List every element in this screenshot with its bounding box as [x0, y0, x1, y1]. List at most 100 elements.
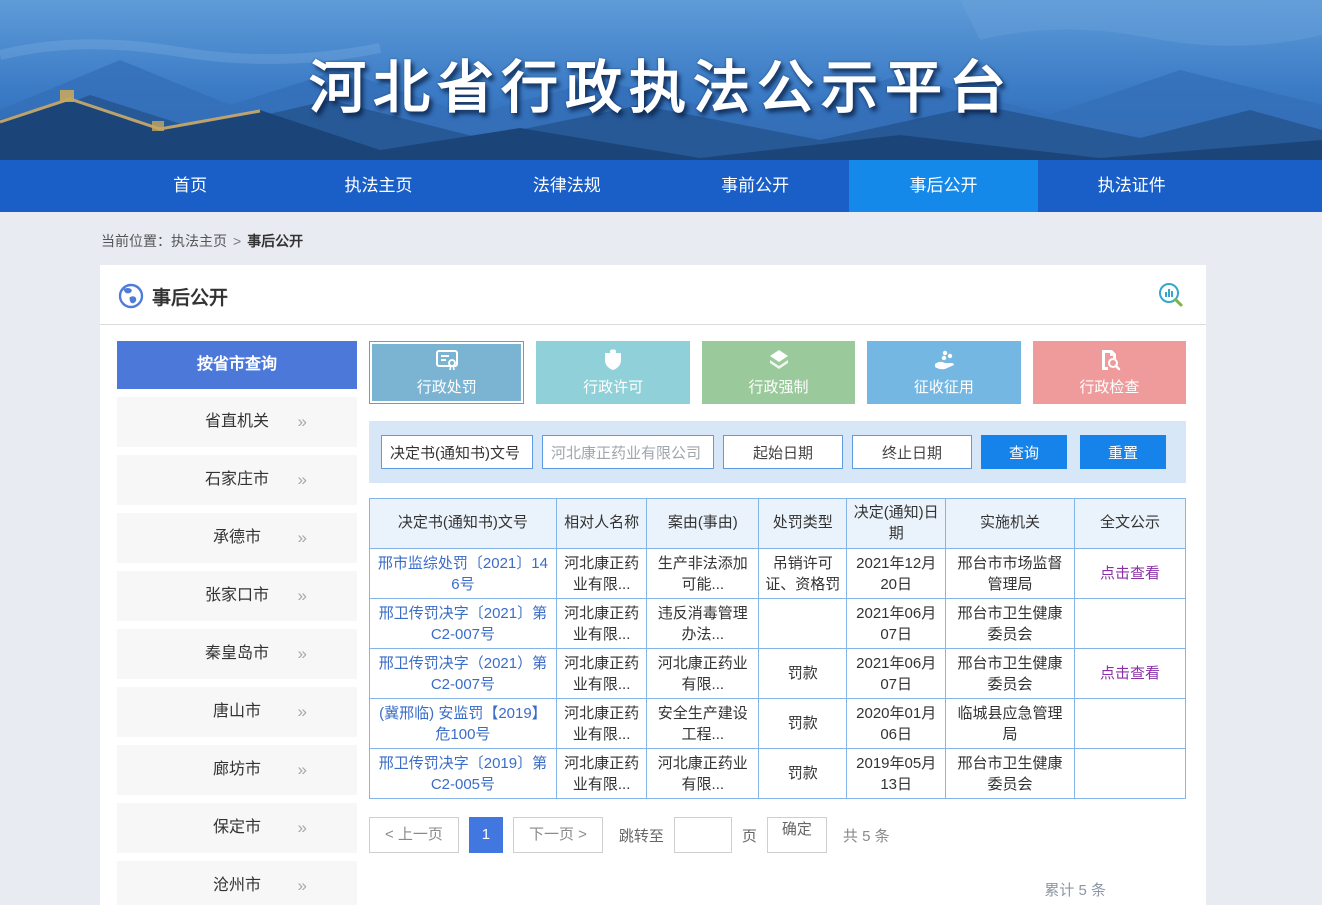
doc-number-link[interactable]: 邢市监综处罚〔2021〕146号 — [378, 555, 548, 593]
chevron-right-icon: » — [298, 803, 305, 853]
main-nav: 首页 执法主页 法律法规 事前公开 事后公开 执法证件 — [0, 160, 1322, 212]
breadcrumb-parent-link[interactable]: 执法主页 — [171, 233, 227, 249]
reset-button[interactable]: 重置 — [1080, 435, 1166, 469]
doc-magnifier-icon — [1097, 348, 1121, 372]
decision-date-cell: 2021年12月20日 — [847, 549, 946, 599]
certificate-icon — [434, 348, 460, 372]
nav-item-post-disclosure[interactable]: 事后公开 — [849, 160, 1037, 212]
globe-icon — [118, 283, 144, 309]
view-full-text-link[interactable]: 点击查看 — [1100, 565, 1160, 582]
current-page-indicator[interactable]: 1 — [469, 817, 503, 853]
party-name-input[interactable] — [542, 435, 714, 469]
sidebar-item-tangshan[interactable]: 唐山市» — [117, 687, 357, 737]
col-header-agency: 实施机关 — [946, 499, 1075, 549]
doc-number-link[interactable]: 邢卫传罚决字〔2019〕第C2-005号 — [379, 755, 547, 793]
sidebar-header: 按省市查询 — [117, 341, 357, 389]
chevron-right-icon: » — [298, 745, 305, 795]
agency-cell: 邢台市卫生健康委员会 — [946, 649, 1075, 699]
tab-administrative-inspection[interactable]: 行政检查 — [1033, 341, 1186, 404]
site-banner: 河北省行政执法公示平台 — [0, 0, 1322, 160]
chevron-right-icon: » — [298, 629, 305, 679]
party-cell: 河北康正药业有限... — [556, 649, 647, 699]
decision-date-cell: 2021年06月07日 — [847, 649, 946, 699]
cause-cell: 违反消毒管理办法... — [647, 599, 759, 649]
query-button[interactable]: 查询 — [981, 435, 1067, 469]
doc-number-link[interactable]: 邢卫传罚决字〔2021〕第C2-007号 — [379, 605, 547, 643]
panel-header: 事后公开 — [100, 265, 1206, 325]
agency-cell: 邢台市卫生健康委员会 — [946, 749, 1075, 799]
page-title: 事后公开 — [152, 283, 228, 310]
document-number-input[interactable] — [381, 435, 533, 469]
agency-cell: 临城县应急管理局 — [946, 699, 1075, 749]
col-header-cause: 案由(事由) — [647, 499, 759, 549]
confirm-jump-button[interactable]: 确定 — [767, 817, 827, 853]
breadcrumb-label: 当前位置： — [101, 233, 171, 249]
decision-date-cell: 2021年06月07日 — [847, 599, 946, 649]
nav-item-home[interactable]: 首页 — [96, 160, 284, 212]
main-column: 行政处罚 行政许可 行政强制 — [369, 341, 1186, 905]
next-page-button[interactable]: 下一页 > — [513, 817, 603, 853]
nav-item-enforcement-home[interactable]: 执法主页 — [284, 160, 472, 212]
doc-number-link[interactable]: (冀邢临) 安监罚【2019】危100号 — [379, 705, 547, 743]
panel-body: 按省市查询 省直机关» 石家庄市» 承德市» 张家口市» 秦皇岛市» 唐山市» … — [100, 325, 1206, 905]
pagination: < 上一页 1 下一页 > 跳转至 页 确定 共 5 条 — [369, 817, 1186, 853]
chevron-right-icon: » — [298, 571, 305, 621]
cause-cell: 安全生产建设工程... — [647, 699, 759, 749]
sidebar-item-shijiazhuang[interactable]: 石家庄市» — [117, 455, 357, 505]
category-tabs: 行政处罚 行政许可 行政强制 — [369, 341, 1186, 404]
content-panel: 事后公开 按省市查询 省直机关» 石家庄市» 承德市» 张家口市» 秦皇岛市» … — [100, 265, 1206, 905]
col-header-party: 相对人名称 — [556, 499, 647, 549]
penalty-type-cell — [759, 599, 847, 649]
party-cell: 河北康正药业有限... — [556, 599, 647, 649]
table-row: 邢卫传罚决字（2021）第C2-007号 河北康正药业有限... 河北康正药业有… — [370, 649, 1186, 699]
party-cell: 河北康正药业有限... — [556, 699, 647, 749]
chart-magnifier-icon[interactable] — [1156, 281, 1186, 311]
sidebar-item-langfang[interactable]: 廊坊市» — [117, 745, 357, 795]
nav-item-pre-disclosure[interactable]: 事前公开 — [661, 160, 849, 212]
sidebar-item-baoding[interactable]: 保定市» — [117, 803, 357, 853]
party-cell: 河北康正药业有限... — [556, 549, 647, 599]
nav-item-laws[interactable]: 法律法规 — [473, 160, 661, 212]
chevron-right-icon: » — [298, 513, 305, 563]
tab-administrative-permission[interactable]: 行政许可 — [536, 341, 689, 404]
penalty-type-cell: 罚款 — [759, 749, 847, 799]
breadcrumb-current: 事后公开 — [247, 233, 303, 249]
tab-expropriation[interactable]: 征收征用 — [867, 341, 1020, 404]
site-title: 河北省行政执法公示平台 — [0, 42, 1322, 124]
penalty-type-cell: 罚款 — [759, 649, 847, 699]
sidebar-item-qinhuangdao[interactable]: 秦皇岛市» — [117, 629, 357, 679]
breadcrumb: 当前位置：执法主页>事后公开 — [0, 212, 1322, 265]
page: 河北省行政执法公示平台 首页 执法主页 法律法规 事前公开 事后公开 执法证件 … — [0, 0, 1322, 905]
penalty-type-cell: 吊销许可证、资格罚 — [759, 549, 847, 599]
jump-page-input[interactable] — [674, 817, 732, 853]
badge-icon — [601, 348, 625, 372]
sidebar-item-chengde[interactable]: 承德市» — [117, 513, 357, 563]
doc-number-link[interactable]: 邢卫传罚决字（2021）第C2-007号 — [379, 655, 547, 693]
sidebar-item-provincial-organs[interactable]: 省直机关» — [117, 397, 357, 447]
table-row: 邢卫传罚决字〔2019〕第C2-005号 河北康正药业有限... 河北康正药业有… — [370, 749, 1186, 799]
table-header-row: 决定书(通知书)文号 相对人名称 案由(事由) 处罚类型 决定(通知)日期 实施… — [370, 499, 1186, 549]
col-header-doc-number: 决定书(通知书)文号 — [370, 499, 557, 549]
start-date-input[interactable] — [723, 435, 843, 469]
tab-administrative-coercion[interactable]: 行政强制 — [702, 341, 855, 404]
chevron-right-icon: » — [298, 455, 305, 505]
prev-page-button[interactable]: < 上一页 — [369, 817, 459, 853]
sidebar-item-cangzhou[interactable]: 沧州市» — [117, 861, 357, 905]
cause-cell: 河北康正药业有限... — [647, 749, 759, 799]
party-cell: 河北康正药业有限... — [556, 749, 647, 799]
table-row: (冀邢临) 安监罚【2019】危100号 河北康正药业有限... 安全生产建设工… — [370, 699, 1186, 749]
cumulative-total-label: 累计 5 条 — [369, 879, 1186, 900]
penalty-type-cell: 罚款 — [759, 699, 847, 749]
view-full-text-link[interactable]: 点击查看 — [1100, 665, 1160, 682]
decision-date-cell: 2019年05月13日 — [847, 749, 946, 799]
end-date-input[interactable] — [852, 435, 972, 469]
nav-item-certificates[interactable]: 执法证件 — [1038, 160, 1226, 212]
sidebar-item-zhangjiakou[interactable]: 张家口市» — [117, 571, 357, 621]
tab-administrative-penalty[interactable]: 行政处罚 — [369, 341, 524, 404]
col-header-penalty-type: 处罚类型 — [759, 499, 847, 549]
chevron-right-icon: » — [298, 861, 305, 905]
table-row: 邢市监综处罚〔2021〕146号 河北康正药业有限... 生产非法添加可能...… — [370, 549, 1186, 599]
layers-icon — [767, 348, 791, 372]
table-row: 邢卫传罚决字〔2021〕第C2-007号 河北康正药业有限... 违反消毒管理办… — [370, 599, 1186, 649]
col-header-full-text: 全文公示 — [1074, 499, 1185, 549]
